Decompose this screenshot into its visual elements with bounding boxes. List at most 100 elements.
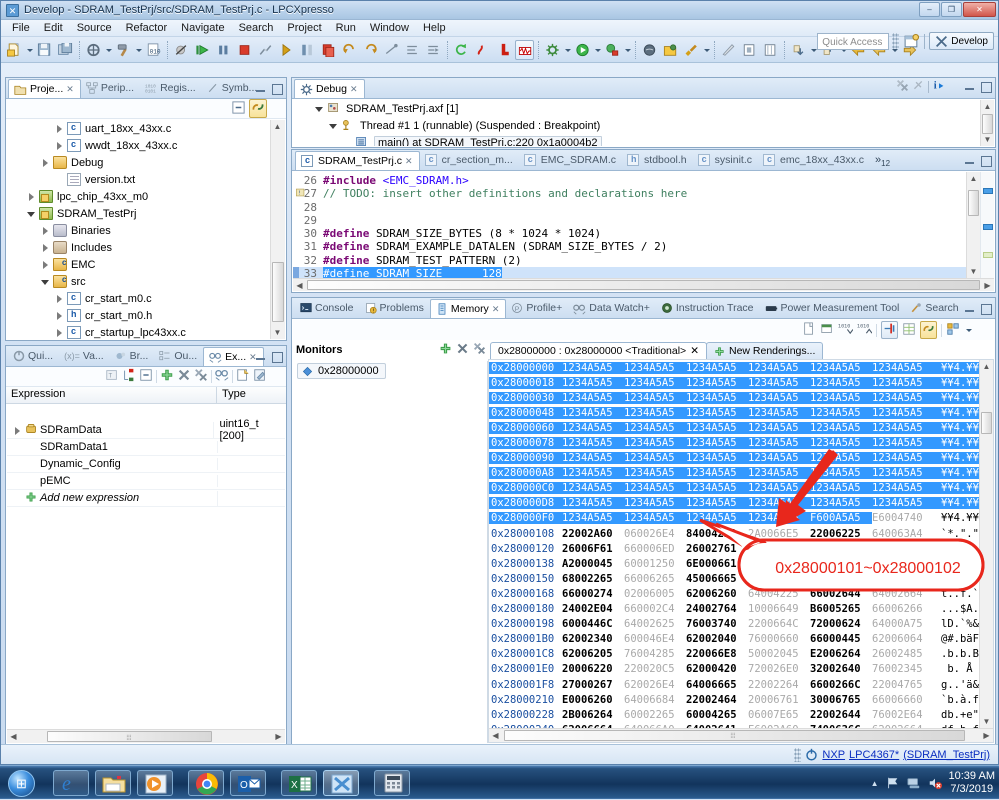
debug-dropdown-icon[interactable] (563, 40, 572, 60)
tree-item-includes[interactable]: Includes (7, 239, 270, 256)
new-rendering-icon[interactable] (802, 322, 816, 339)
clock[interactable]: 10:39 AM 7/3/2019 (949, 770, 995, 796)
debug-tree-item[interactable]: SDRAM_TestPrj.axf [1] (293, 100, 979, 117)
tab-cr-section-m[interactable]: cr_section_m... (420, 150, 519, 170)
status-vendor-link[interactable]: NXP (822, 749, 845, 761)
scroll-right-icon[interactable]: ▶ (272, 730, 285, 743)
expression-row[interactable]: SDRamDatauint16_t [200] (7, 422, 285, 439)
memory-row[interactable]: 0x280000F01234A5A5 1234A5A5 1234A5A5 123… (489, 511, 978, 526)
memory-cell[interactable]: 1234A5A5 (810, 407, 872, 419)
remove-terminated-icon[interactable] (896, 79, 909, 95)
memory-cell[interactable]: 1234A5A5 (562, 467, 624, 479)
debug-scrollbar[interactable]: ▲ ▼ (980, 100, 994, 146)
edit-watch-icon[interactable] (253, 368, 267, 385)
toggle-breakpoint-icon[interactable] (473, 40, 492, 60)
code-line[interactable]: 28 (293, 201, 966, 214)
taskbar-item-calculator[interactable] (374, 770, 410, 796)
memory-row[interactable]: 0x280000001234A5A5 1234A5A5 1234A5A5 123… (489, 360, 978, 375)
pin-rendering-icon[interactable] (820, 322, 834, 339)
memory-cell[interactable]: 45006665 (686, 573, 748, 585)
memory-cell[interactable]: 26000461 (810, 543, 872, 555)
expand-twisty-icon[interactable] (41, 226, 50, 235)
scroll-up-icon[interactable]: ▲ (980, 360, 993, 373)
memory-cell[interactable]: 1234A5A5 (562, 497, 624, 509)
memory-cell[interactable]: 1234A5A5 (748, 392, 810, 404)
taskbar-item-outlook[interactable]: O (230, 770, 266, 796)
memory-cell[interactable]: 1234A5A5 (748, 377, 810, 389)
memory-cell[interactable]: E6004740 (872, 512, 934, 524)
memory-cell[interactable]: 30006765 (810, 694, 872, 706)
skip-breakpoints-icon[interactable] (172, 40, 191, 60)
expand-twisty-icon[interactable] (13, 426, 22, 435)
close-icon[interactable]: ✕ (350, 84, 358, 95)
quick-access-input[interactable]: Quick Access (817, 33, 889, 50)
overview-marker[interactable] (983, 188, 993, 194)
debug-tree-item[interactable]: Thread #1 1 (runnable) (Suspended : Brea… (293, 117, 979, 134)
tab-registers[interactable]: 10100101 Regis... (140, 78, 202, 98)
tree-item-version-txt[interactable]: version.txt (7, 171, 270, 188)
minimize-button[interactable]: – (919, 2, 940, 17)
code-line[interactable]: 29 (293, 214, 966, 227)
code-line[interactable]: 32#define SDRAM_TEST_PATTERN (2) (293, 254, 966, 267)
memory-cell[interactable]: 1234A5A5 (810, 497, 872, 509)
memory-cell[interactable]: 1234A5A5 (624, 362, 686, 374)
memory-cell[interactable]: 660006ED (624, 543, 686, 555)
memory-cell[interactable]: 10006649 (748, 603, 810, 615)
memory-cell[interactable]: 06004040 (748, 543, 810, 555)
scrollbar-thumb[interactable] (968, 190, 979, 216)
memory-cell[interactable]: 720026E0 (748, 663, 810, 675)
memory-row[interactable]: 0x280000181234A5A5 1234A5A5 1234A5A5 123… (489, 375, 978, 390)
tab-emc-18xx-43xx-c[interactable]: emc_18xx_43xx.c (758, 150, 870, 170)
memory-cell[interactable]: 1234A5A5 (562, 452, 624, 464)
view-menu-icon[interactable] (949, 81, 960, 92)
memory-cell[interactable]: 66002644 (810, 588, 872, 600)
tab-variables[interactable]: (x)= Va... (59, 346, 110, 366)
memory-cell[interactable]: 1234A5A5 (748, 497, 810, 509)
memory-cell[interactable]: 1234A5A5 (562, 362, 624, 374)
memory-cell[interactable]: 1234A5A5 (872, 452, 934, 464)
memory-cell[interactable]: 1234A5A5 (562, 392, 624, 404)
memory-row[interactable]: 0x280000301234A5A5 1234A5A5 1234A5A5 123… (489, 390, 978, 405)
memory-cell[interactable]: 1234A5A5 (686, 377, 748, 389)
expand-twisty-icon[interactable] (55, 124, 64, 133)
menu-source[interactable]: Source (70, 21, 119, 35)
overview-marker[interactable] (983, 224, 993, 230)
memory-cell[interactable]: 220066E8 (686, 648, 748, 660)
menu-edit[interactable]: Edit (37, 21, 70, 35)
memory-hscrollbar[interactable]: ◀ ⦙⦙⦙ ▶ (489, 728, 993, 742)
disconnect-icon[interactable] (256, 40, 275, 60)
tree-item-sdram-testprj[interactable]: SDRAM_TestPrj (7, 205, 270, 222)
toggle-block-select-icon[interactable] (740, 40, 759, 60)
expand-twisty-icon[interactable] (41, 260, 50, 269)
menu-refactor[interactable]: Refactor (119, 21, 175, 35)
memory-cell[interactable]: 1234A5A5 (810, 422, 872, 434)
memory-cell[interactable]: 62002340 (562, 633, 624, 645)
column-header-type[interactable]: Type (217, 387, 286, 403)
scrollbar-thumb[interactable]: ⦙⦙⦙ (47, 731, 212, 742)
memory-cell[interactable]: 62006260 (686, 588, 748, 600)
memory-cell[interactable]: A2000045 (562, 558, 624, 570)
expression-row[interactable]: pEMC (7, 473, 285, 490)
expand-twisty-icon[interactable] (55, 328, 64, 337)
relaunch-icon[interactable] (912, 79, 925, 95)
maximize-icon[interactable] (979, 80, 992, 93)
scroll-left-icon[interactable]: ◀ (489, 729, 502, 742)
maximize-icon[interactable] (270, 82, 283, 95)
memory-cell[interactable]: 62000420 (686, 663, 748, 675)
memory-cell[interactable]: 640063A4 (872, 528, 934, 540)
step-into-icon[interactable] (277, 40, 296, 60)
run-icon[interactable] (573, 40, 592, 60)
refresh-debug-icon[interactable] (452, 40, 471, 60)
toggle-mark-occurrences-icon[interactable] (719, 40, 738, 60)
memory-row[interactable]: 0x280000481234A5A5 1234A5A5 1234A5A5 123… (489, 405, 978, 420)
remove-icon[interactable] (177, 368, 191, 385)
memory-cell[interactable]: 2200664C (748, 618, 810, 630)
memory-hex-area[interactable]: 0x280000001234A5A5 1234A5A5 1234A5A5 123… (488, 359, 994, 743)
memory-cell[interactable]: 220020C5 (624, 663, 686, 675)
memory-cell[interactable]: 2A0066E5 (748, 528, 810, 540)
toggle-split-icon[interactable] (920, 321, 937, 339)
suspend-icon[interactable] (214, 40, 233, 60)
quick-fix-icon[interactable] (682, 40, 701, 60)
scroll-down-icon[interactable]: ▼ (981, 133, 994, 146)
memory-cell[interactable]: E2006264 (810, 648, 872, 660)
